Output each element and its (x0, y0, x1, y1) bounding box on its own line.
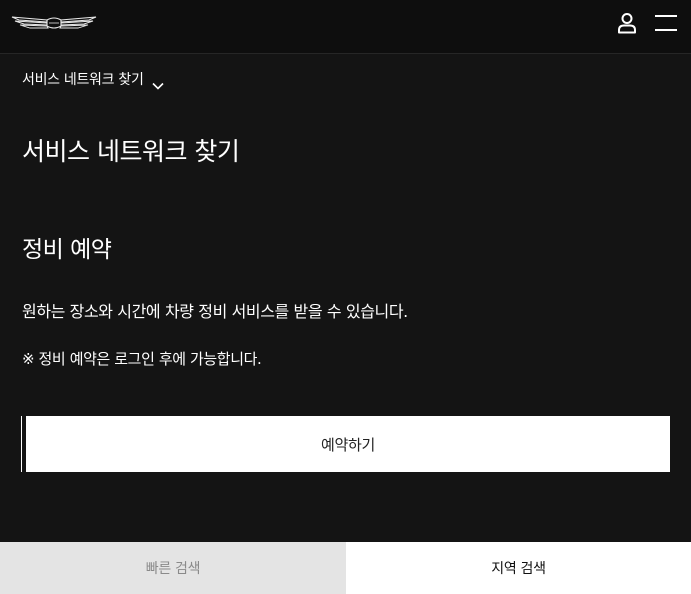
login-notice: ※ 정비 예약은 로그인 후에 가능합니다. (22, 350, 262, 368)
genesis-logo-icon[interactable] (11, 13, 97, 33)
chevron-down-icon (151, 75, 164, 90)
section-title: 정비 예약 (22, 237, 112, 263)
tab-quick-search[interactable]: 빠른 검색 (0, 542, 346, 594)
search-tabbar: 빠른 검색 지역 검색 (0, 542, 691, 594)
reserve-button[interactable]: 예약하기 (22, 416, 670, 472)
section-description: 원하는 장소와 시간에 차량 정비 서비스를 받을 수 있습니다. (22, 302, 408, 321)
breadcrumb-label: 서비스 네트워크 찾기 (22, 72, 144, 88)
user-icon[interactable] (615, 11, 639, 35)
breadcrumb-dropdown[interactable]: 서비스 네트워크 찾기 (22, 68, 164, 90)
hamburger-menu-icon[interactable] (654, 13, 678, 33)
tab-region-search[interactable]: 지역 검색 (346, 542, 691, 594)
page-title: 서비스 네트워크 찾기 (22, 137, 240, 166)
site-header (0, 0, 691, 54)
